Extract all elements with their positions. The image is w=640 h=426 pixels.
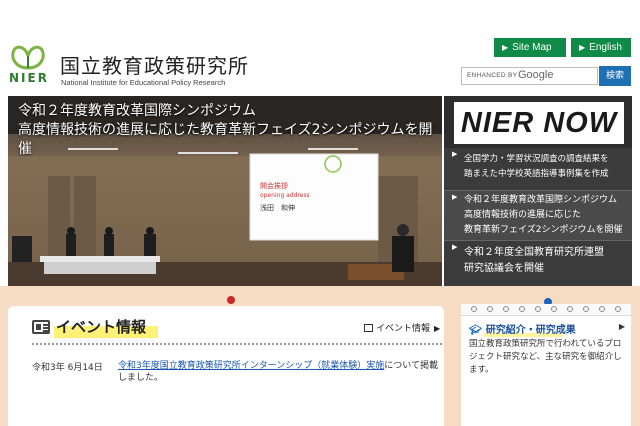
slide-title-en: opening address — [260, 192, 310, 199]
binding-ring — [615, 306, 621, 312]
nier-now-title: NIER NOW — [454, 102, 624, 144]
event-info-card: イベント情報 イベント情報 ▶ 令和3年 6月14日 令和3年度国立教育政策研究所… — [8, 306, 444, 426]
event-list-link[interactable]: イベント情報 ▶ — [364, 321, 440, 334]
nier-now-item-text: 全国学力・学習状況調査の調査結果を 踏まえた中学校英語指導事例集を作成 — [464, 148, 632, 182]
binding-ring — [567, 306, 573, 312]
logo-abbreviation: NIER — [9, 71, 49, 85]
binding-ring — [519, 306, 525, 312]
event-section-title: イベント情報 — [56, 318, 147, 336]
site-subtitle: National Institute for Educational Polic… — [61, 78, 226, 87]
event-description: 令和3年度国立教育政策研究所インターンシップ（就業体験）実施について掲載しました… — [118, 360, 438, 384]
nier-now-item-line: 研究協議会を開催 — [464, 263, 544, 274]
search-input[interactable]: ENHANCED BY Google — [461, 67, 598, 85]
research-title: 研究紹介・研究成果 — [485, 325, 576, 336]
site-title[interactable]: 国立教育政策研究所 — [60, 50, 249, 79]
nier-now-item[interactable]: ▶ 全国学力・学習状況調査の調査結果を 踏まえた中学校英語指導事例集を作成 — [444, 148, 632, 190]
nier-now-item-line: 教育革新フェイズ2シンポジウムを開催 — [464, 225, 623, 235]
nier-now-item-text: 令和２年度全国教育研究所連盟 研究協議会を開催 — [464, 241, 632, 277]
hero-caption-line-2: 高度情報技術の進展に応じた教育革新フェイズ2シンポジウムを開催 — [18, 122, 433, 157]
nier-now-item-line: 高度情報技術の進展に応じた — [464, 210, 582, 220]
arrow-right-icon: ▶ — [502, 43, 509, 52]
arrow-right-icon: ▶ — [452, 193, 458, 201]
binding-ring — [471, 306, 477, 312]
research-description: 国立教育政策研究所で行われているプロジェクト研究など、主な研究を御紹介します。 — [469, 339, 622, 375]
arrow-right-icon: ▶ — [434, 324, 441, 333]
binding-ring — [503, 306, 509, 312]
nier-now-item-text: 令和２年度教育改革国際シンポジウム 高度情報技術の進展に応じた 教育革新フェイズ… — [464, 191, 632, 238]
nier-now-panel: NIER NOW ▶ 全国学力・学習状況調査の調査結果を 踏まえた中学校英語指導… — [444, 96, 632, 286]
arrow-right-icon: ▶ — [579, 43, 586, 52]
site-map-button[interactable]: ▶ Site Map — [494, 38, 566, 57]
binding-ring — [599, 306, 605, 312]
binding-ring — [535, 306, 541, 312]
nier-now-item-line: 令和２年度教育改革国際シンポジウム — [464, 195, 618, 205]
google-brand-label: Google — [518, 69, 554, 81]
research-link[interactable]: 🎓︎ 研究紹介・研究成果 ▶ — [469, 321, 625, 336]
binding-ring — [583, 306, 589, 312]
pushpin-icon — [227, 296, 235, 304]
search-button[interactable]: 検索 — [599, 66, 631, 86]
nier-now-item[interactable]: ▶ 令和２年度全国教育研究所連盟 研究協議会を開催 — [444, 240, 632, 286]
hero-caption: 令和２年度教育改革国際シンポジウム 高度情報技術の進展に応じた教育革新フェイズ2… — [18, 102, 442, 159]
slide-title-ja: 開会挨拶 — [260, 181, 288, 190]
english-button[interactable]: ▶ English — [571, 38, 631, 57]
arrow-right-icon: ▶ — [452, 150, 458, 158]
list-icon — [364, 324, 373, 332]
graduation-cap-icon: 🎓︎ — [469, 325, 482, 336]
news-icon — [32, 320, 50, 334]
binding-ring — [487, 306, 493, 312]
nier-now-item-line: 全国学力・学習状況調査の調査結果を — [464, 154, 609, 164]
search-enhanced-label: ENHANCED BY — [467, 72, 518, 79]
site-map-label: Site Map — [512, 42, 552, 53]
research-card: 🎓︎ 研究紹介・研究成果 ▶ 国立教育政策研究所で行われているプロジェクト研究など、… — [461, 304, 631, 426]
event-link[interactable]: 令和3年度国立教育政策研究所インターンシップ（就業体験）実施 — [118, 361, 384, 371]
notebook-binding — [461, 304, 631, 316]
nier-now-item-line: 踏まえた中学校英語指導事例集を作成 — [464, 169, 609, 179]
slide-speaker-name: 浅田 和伸 — [260, 203, 295, 212]
hero-caption-line-1: 令和２年度教育改革国際シンポジウム — [18, 103, 256, 119]
site-header: NIER 国立教育政策研究所 National Institute for Ed… — [0, 0, 640, 96]
arrow-right-icon: ▶ — [452, 243, 458, 251]
hero-banner[interactable]: 開会挨拶 opening address 浅田 和伸 令和２年度教育改革国際シン… — [8, 96, 442, 286]
event-date: 令和3年 6月14日 — [32, 363, 103, 373]
divider — [32, 343, 442, 345]
nier-now-item[interactable]: ▶ 令和２年度教育改革国際シンポジウム 高度情報技術の進展に応じた 教育革新フェ… — [444, 190, 632, 240]
english-label: English — [589, 42, 622, 53]
arrow-right-icon: ▶ — [618, 322, 625, 331]
nier-now-item-line: 令和２年度全国教育研究所連盟 — [464, 247, 604, 258]
binding-ring — [551, 306, 557, 312]
event-list-link-label: イベント情報 — [376, 324, 431, 334]
